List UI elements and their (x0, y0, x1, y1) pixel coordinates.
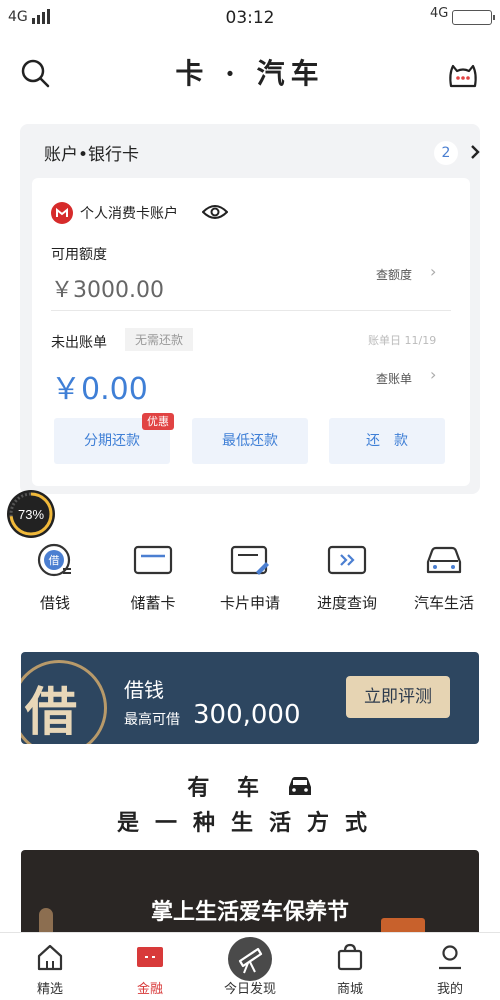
bill-date: 账单日 11/19 (368, 334, 437, 347)
home-icon (37, 944, 63, 971)
shortcut-label: 借钱 (39, 594, 70, 612)
tab-label: 今日发现 (223, 982, 276, 997)
finance-icon (137, 947, 163, 967)
unbilled-amount: ￥0.00 (51, 372, 148, 407)
shortcut-grid: 借 借钱 储蓄卡 卡片申请 进度查询 汽车生活 (0, 540, 500, 620)
slogan-line-1: 有 车 (0, 770, 500, 802)
slogan-text: 有 车 (187, 775, 269, 801)
loan-banner-subtitle: 最高可借 (124, 712, 180, 728)
shortcut-label: 储蓄卡 (130, 594, 176, 612)
shortcut-label: 卡片申请 (219, 594, 280, 612)
customer-service-icon[interactable] (446, 58, 480, 92)
shortcut-car-life[interactable]: 汽车生活 (394, 540, 494, 620)
loan-banner[interactable]: 借 借钱 最高可借 300,000 立即评测 (21, 652, 479, 744)
tab-discover[interactable]: 今日发现 (200, 933, 300, 1000)
telescope-icon (228, 937, 272, 981)
shopping-bag-icon (337, 943, 363, 971)
tab-mall[interactable]: 商城 (300, 933, 400, 1000)
minimum-repay-button[interactable]: 最低还款 (192, 418, 308, 464)
progress-ring[interactable]: 73% (6, 489, 56, 539)
clock: 03:12 (225, 8, 275, 28)
divider (51, 310, 451, 311)
account-card-title: 账户•银行卡 (44, 145, 140, 165)
tab-finance[interactable]: 金融 (100, 933, 200, 1000)
card-count-badge: 2 (434, 141, 458, 165)
tab-label: 精选 (36, 982, 63, 997)
account-detail-panel: 个人消费卡账户 可用额度 ￥3000.00 查额度 › 未出账单 无需还款 账单… (32, 178, 470, 486)
eye-icon[interactable] (202, 203, 228, 221)
bottom-tab-bar: 精选 金融 今日发现 商城 我的 (0, 932, 500, 1000)
shortcut-card-apply[interactable]: 卡片申请 (200, 540, 300, 620)
chevron-right-icon[interactable] (468, 142, 482, 162)
tab-profile[interactable]: 我的 (400, 933, 500, 1000)
no-repay-tag: 无需还款 (125, 328, 194, 351)
bank-logo-icon (51, 202, 73, 224)
header: 卡 · 汽车 (0, 40, 500, 104)
promo-banner[interactable]: 掌上生活爱车保养节 (21, 850, 479, 932)
tab-label: 金融 (136, 982, 163, 997)
shortcut-progress-query[interactable]: 进度查询 (297, 540, 397, 620)
repay-button[interactable]: 还 款 (329, 418, 445, 464)
network-indicator-right: 4G (430, 6, 449, 21)
status-bar: 4G 03:12 4G (0, 0, 500, 36)
battery-icon (452, 10, 495, 25)
borrow-icon: 借 (37, 543, 71, 577)
slogan-line-2: 是一种生活方式 (116, 810, 383, 836)
account-card[interactable]: 账户•银行卡 2 个人消费卡账户 可用额度 ￥3000.00 查额度 › 未出账… (20, 124, 480, 494)
available-credit-amount: ￥3000.00 (51, 278, 164, 303)
car-icon (288, 777, 311, 795)
unbilled-label: 未出账单 (51, 335, 107, 351)
svg-text:借: 借 (49, 554, 60, 567)
banner-big-character: 借 (25, 682, 78, 743)
shortcut-debit-card[interactable]: 储蓄卡 (103, 540, 203, 620)
evaluate-now-button[interactable]: 立即评测 (346, 676, 450, 718)
tab-home[interactable]: 精选 (0, 933, 100, 1000)
progress-label: 73% (18, 507, 44, 522)
view-limit-link[interactable]: 查额度 (376, 266, 412, 283)
banner-decoration (381, 918, 425, 932)
progress-query-icon (327, 545, 367, 575)
chevron-right-icon: › (430, 262, 437, 281)
debit-card-icon (133, 545, 173, 575)
shortcut-label: 进度查询 (316, 594, 377, 612)
profile-icon (439, 945, 461, 970)
available-credit-label: 可用额度 (51, 247, 107, 263)
account-name: 个人消费卡账户 (80, 206, 178, 222)
shortcut-borrow[interactable]: 借 借钱 (5, 540, 105, 620)
chevron-right-icon: › (430, 365, 437, 384)
car-icon (426, 546, 462, 574)
page-title: 卡 · 汽车 (175, 57, 325, 90)
loan-banner-amount: 300,000 (193, 700, 301, 730)
shortcut-label: 汽车生活 (413, 594, 474, 612)
tab-label: 商城 (336, 982, 363, 997)
promo-badge: 优惠 (142, 413, 174, 430)
view-bill-link[interactable]: 查账单 (376, 370, 412, 387)
tab-label: 我的 (436, 982, 463, 997)
card-apply-icon (230, 545, 269, 575)
loan-banner-title: 借钱 (124, 678, 164, 702)
